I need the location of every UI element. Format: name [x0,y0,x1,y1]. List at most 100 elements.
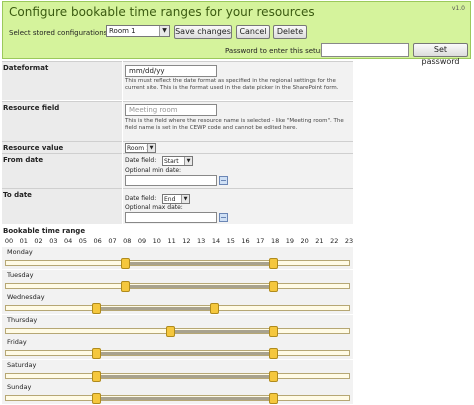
time-range-slider[interactable] [5,370,350,382]
cancel-button[interactable]: Cancel [236,25,270,39]
max-date-input[interactable] [125,212,217,223]
selected-range [125,262,274,265]
range-start-handle[interactable] [91,393,101,404]
password-label: Password to enter this setup: [225,47,328,55]
calendar-icon[interactable] [219,213,228,222]
chevron-down-icon: ▼ [181,195,189,203]
hour-tick-label: 13 [197,237,206,245]
hour-tick-label: 08 [123,237,132,245]
range-end-handle[interactable] [269,370,279,382]
selected-range [95,397,274,400]
day-name: Friday [7,338,27,346]
from-date-field-label: Date field: [125,157,157,164]
from-date-field-value: Start [164,158,179,165]
hour-tick-label: 03 [49,237,58,245]
save-changes-button[interactable]: Save changes [174,25,232,39]
day-name: Wednesday [7,293,45,301]
range-start-handle[interactable] [165,325,175,337]
time-range-slider[interactable] [5,325,350,337]
hour-tick-label: 06 [93,237,102,245]
hour-tick-label: 05 [78,237,88,245]
stored-config-value: Room 1 [109,27,136,35]
calendar-icon[interactable] [219,176,228,185]
range-end-handle[interactable] [269,280,279,292]
delete-button[interactable]: Delete [273,25,307,39]
dateformat-cell: mm/dd/yy This must reflect the date form… [123,61,353,100]
day-range-row: Sunday [2,382,353,404]
resource-value-cell: Room 1 ▼ [123,141,353,153]
range-start-handle[interactable] [121,280,131,292]
to-date-field-value: End [164,196,176,203]
range-start-handle[interactable] [121,258,131,269]
resource-field-label: Resource field [2,101,122,141]
to-date-cell: Date field: End ▼ Optional max date: [123,188,353,224]
day-range-row: Saturday [2,359,353,382]
to-date-row: To date Date field: End ▼ Optional max d… [2,188,353,224]
resource-value-select[interactable]: Room 1 ▼ [125,143,156,153]
selected-range [125,284,274,288]
range-end-handle[interactable] [269,258,279,269]
range-start-handle[interactable] [91,370,101,382]
dateformat-label: Dateformat [2,61,122,100]
hour-tick-label: 04 [63,237,73,245]
hour-tick-label: 18 [270,237,280,245]
password-input[interactable] [321,43,409,57]
hour-tick-label: 09 [137,237,147,245]
day-range-row: Tuesday [2,269,353,292]
hour-tick-label: 19 [285,237,294,245]
version-label: v1.0 [451,5,465,12]
from-date-cell: Date field: Start ▼ Optional min date: [123,153,353,188]
resource-value-label: Resource value [2,141,122,153]
time-range-slider[interactable] [5,348,350,359]
range-end-handle[interactable] [269,393,279,404]
day-name: Sunday [7,383,32,391]
day-name: Monday [7,248,33,256]
day-range-row: Wednesday [2,292,353,314]
to-date-optional-label: Optional max date: [125,204,183,211]
day-name: Tuesday [7,270,34,279]
stored-config-label: Select stored configurations: [9,29,110,37]
selected-range [95,374,274,378]
time-range-slider[interactable] [5,280,350,292]
time-range-slider[interactable] [5,393,350,404]
day-name: Thursday [7,315,38,324]
hour-tick-label: 02 [34,237,43,245]
range-end-handle[interactable] [269,325,279,337]
min-date-input[interactable] [125,175,217,186]
from-date-label: From date [2,153,122,188]
hour-tick-label: 23 [344,237,354,245]
hour-tick-label: 00 [4,237,14,245]
time-range-title: Bookable time range [3,227,86,235]
selected-range [169,329,274,333]
hour-tick-label: 16 [241,237,250,245]
dateformat-input[interactable]: mm/dd/yy [125,65,217,77]
time-range-slider[interactable] [5,303,350,314]
hour-tick-label: 15 [226,237,235,245]
resource-field-cell: Meeting room This is the field where the… [123,101,353,141]
to-date-label: To date [2,188,122,224]
from-date-field-select[interactable]: Start ▼ [162,156,193,166]
resource-field-input[interactable]: Meeting room [125,104,217,116]
chevron-down-icon: ▼ [159,26,169,36]
range-start-handle[interactable] [91,303,101,314]
selected-range [95,307,214,310]
dateformat-help: This must reflect the date format as spe… [125,78,339,91]
range-end-handle[interactable] [209,303,219,314]
config-header: Configure bookable time ranges for your … [2,1,471,66]
resource-value-row: Resource value Room 1 ▼ [2,141,353,153]
range-start-handle[interactable] [91,348,101,359]
stored-config-select[interactable]: Room 1 ▼ [106,25,170,37]
resource-field-row: Resource field Meeting room This is the … [2,101,353,141]
range-end-handle[interactable] [269,348,279,359]
hour-tick-label: 14 [211,237,221,245]
chevron-down-icon: ▼ [184,157,192,165]
day-range-row: Friday [2,337,353,359]
hour-tick-label: 20 [300,237,309,245]
set-password-button[interactable]: Set password [413,43,468,66]
hour-tick-label: 17 [256,237,265,245]
to-date-field-select[interactable]: End ▼ [162,194,190,204]
hour-tick-label: 12 [182,237,191,245]
hour-tick-label: 21 [315,237,324,245]
hour-tick-label: 10 [152,237,161,245]
time-range-slider[interactable] [5,258,350,269]
